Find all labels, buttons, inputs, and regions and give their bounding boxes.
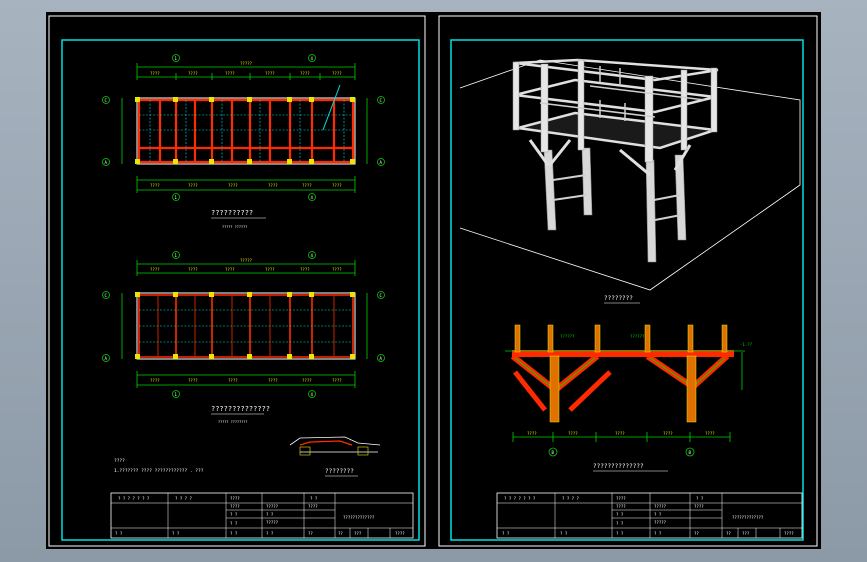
svg-text:????: ???? (308, 504, 318, 509)
svg-text:????: ???? (784, 531, 794, 536)
svg-text:????: ???? (527, 431, 537, 436)
svg-text:? ?: ? ? (266, 512, 274, 517)
svg-text:????: ???? (150, 71, 160, 76)
svg-text:????: ???? (188, 183, 198, 188)
svg-text:????: ???? (332, 71, 342, 76)
svg-text:????: ???? (616, 496, 626, 501)
detail-title: ???????? (325, 468, 354, 475)
svg-text:?????: ????? (240, 61, 253, 66)
svg-text:????: ???? (615, 431, 625, 436)
section-title: ?????????????? (593, 463, 644, 470)
svg-text:? ?: ? ? (310, 496, 318, 501)
svg-text:??: ?? (726, 531, 731, 536)
svg-text:??: ?? (308, 531, 313, 536)
svg-text:????: ???? (188, 378, 198, 383)
svg-text:? ?: ? ? (654, 531, 662, 536)
iso-title: ???????? (604, 295, 633, 302)
svg-text:? ?: ? ? (115, 531, 123, 536)
svg-text:????: ???? (268, 183, 278, 188)
svg-text:??????: ?????? (630, 334, 645, 339)
svg-text:?????: ????? (266, 520, 279, 525)
svg-text:????: ???? (150, 183, 160, 188)
svg-text:? ?: ? ? (560, 531, 568, 536)
svg-text:????: ???? (265, 267, 275, 272)
svg-text:????: ???? (228, 378, 238, 383)
svg-text:????: ???? (332, 183, 342, 188)
svg-text:????: ???? (228, 183, 238, 188)
svg-text:? ?: ? ? (266, 531, 274, 536)
plan-2-subtitle: ????? ???????? (218, 420, 248, 424)
svg-text:?????????????: ????????????? (732, 515, 764, 520)
svg-text:?????: ????? (240, 258, 253, 263)
svg-text:????: ???? (332, 378, 342, 383)
svg-text:????: ???? (694, 504, 704, 509)
svg-text:? ?: ? ? (616, 521, 624, 526)
plan-2-title: ?????????????? (211, 405, 270, 413)
svg-text:????: ???? (230, 504, 240, 509)
svg-text:????: ???? (616, 504, 626, 509)
svg-text:????: ???? (332, 267, 342, 272)
svg-text:????: ???? (225, 267, 235, 272)
svg-text:? ?: ? ? (172, 531, 180, 536)
notes-heading: ???? (114, 458, 125, 464)
svg-text:? ?: ? ? (654, 512, 662, 517)
svg-text:? ? ? ? ? ? ?: ? ? ? ? ? ? ? (118, 496, 150, 501)
svg-text:????: ???? (150, 378, 160, 383)
svg-text:? ?: ? ? (230, 521, 238, 526)
svg-text:????: ???? (568, 431, 578, 436)
svg-text:? ?: ? ? (616, 512, 624, 517)
svg-text:????: ???? (705, 431, 715, 436)
svg-text:? ?: ? ? (616, 531, 624, 536)
svg-text:?????: ????? (266, 504, 279, 509)
svg-text:? ? ? ?: ? ? ? ? (175, 496, 192, 501)
cad-viewport[interactable]: ????? ???????????? ???????????? 1 4 C A … (0, 0, 867, 562)
svg-text:?????: ????? (654, 504, 667, 509)
svg-text:????: ???? (395, 531, 405, 536)
svg-text:? ?: ? ? (696, 496, 704, 501)
svg-text:????: ???? (300, 71, 310, 76)
svg-text:????: ???? (150, 267, 160, 272)
svg-text:????: ???? (230, 496, 240, 501)
svg-text:? ? ? ?: ? ? ? ? (562, 496, 579, 501)
svg-text:????: ???? (663, 431, 673, 436)
svg-text:??????: ?????? (560, 334, 575, 339)
svg-text:? ?: ? ? (230, 531, 238, 536)
svg-text:????: ???? (225, 71, 235, 76)
svg-text:?????????????: ????????????? (343, 515, 375, 520)
svg-text:? ? ? ? ? ? ?: ? ? ? ? ? ? ? (504, 496, 536, 501)
svg-text:?????: ????? (654, 520, 667, 525)
svg-text:??: ?? (338, 531, 343, 536)
svg-text:???: ??? (742, 531, 750, 536)
svg-text:? ?: ? ? (230, 512, 238, 517)
svg-text:????: ???? (268, 378, 278, 383)
svg-text:???: ??? (354, 531, 362, 536)
plan-1-subtitle: ????? ?????? (222, 225, 247, 229)
svg-text:????: ???? (188, 71, 198, 76)
notes-line: 1.??????? ???? ???????????? . ??? (114, 468, 204, 474)
svg-text:????: ???? (188, 267, 198, 272)
svg-text:????: ???? (302, 183, 312, 188)
svg-text:????: ???? (300, 267, 310, 272)
svg-text:??: ?? (694, 531, 699, 536)
svg-text:????: ???? (302, 378, 312, 383)
svg-text:? ?: ? ? (502, 531, 510, 536)
plan-1-title: ?????????? (211, 209, 253, 217)
svg-text:????: ???? (265, 71, 275, 76)
svg-text:-1.??: -1.?? (740, 342, 753, 347)
